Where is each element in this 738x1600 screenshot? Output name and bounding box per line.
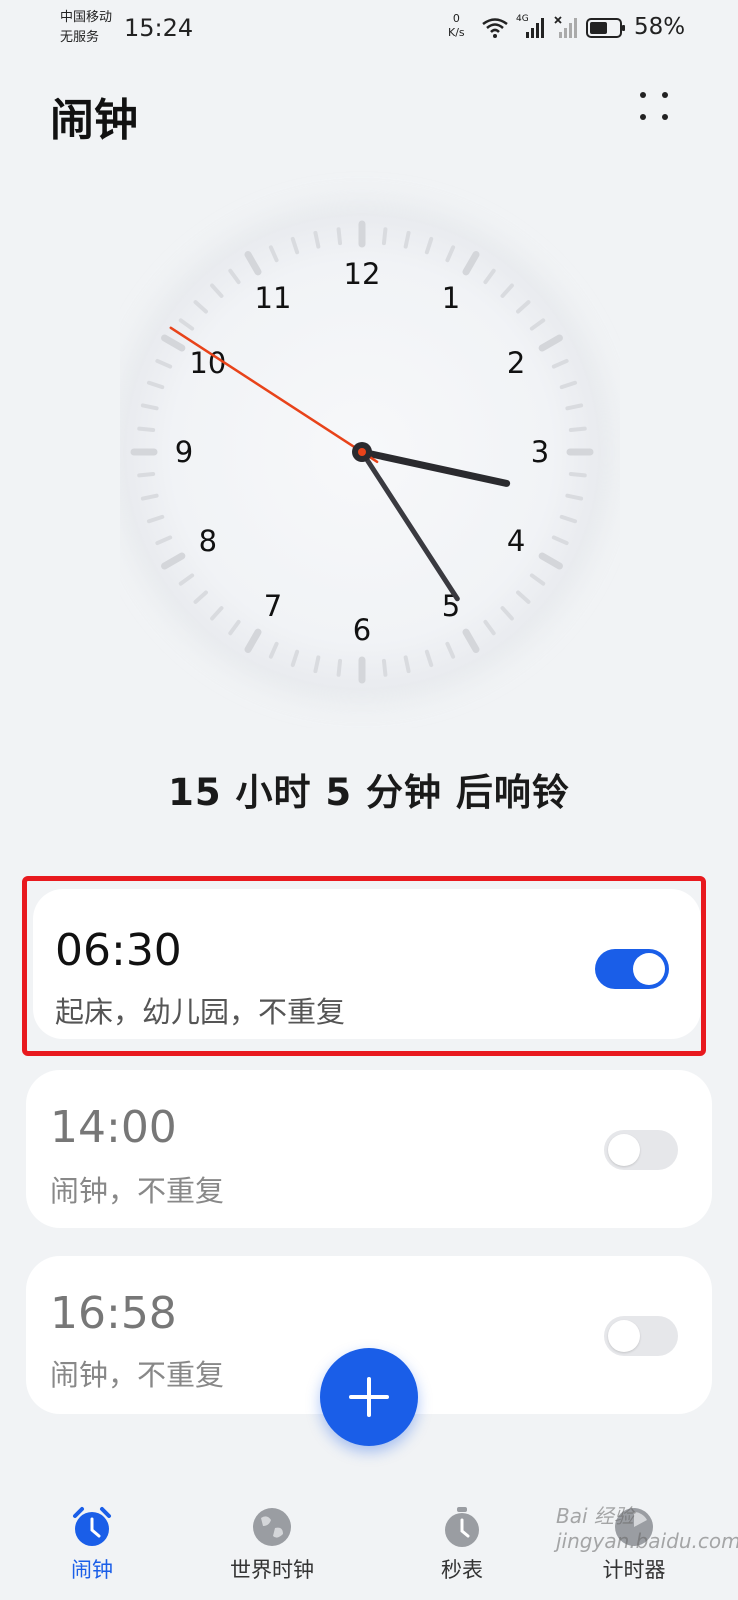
clock-tick bbox=[140, 403, 159, 411]
alarm-toggle-switch[interactable] bbox=[604, 1130, 678, 1170]
clock-face: 121234567891011 bbox=[120, 202, 612, 702]
alarm-time: 06:30 bbox=[55, 925, 182, 976]
more-options-button[interactable] bbox=[640, 92, 680, 132]
alarm-clock-icon bbox=[71, 1506, 113, 1548]
clock-tick bbox=[565, 493, 584, 501]
nav-label: 世界时钟 bbox=[230, 1558, 314, 1582]
clock-number: 2 bbox=[507, 346, 525, 380]
alarm-card-body[interactable]: 06:30 起床，幼儿园，不重复 bbox=[33, 889, 701, 1039]
nav-item-stopwatch[interactable]: 秒表 bbox=[392, 1506, 532, 1584]
battery-icon bbox=[586, 18, 625, 38]
alarm-time: 14:00 bbox=[50, 1102, 177, 1153]
alarm-time: 16:58 bbox=[50, 1288, 177, 1339]
alarm-toggle-switch[interactable] bbox=[595, 949, 669, 989]
service-status: 无服务 bbox=[60, 30, 100, 45]
clock-tick bbox=[381, 227, 388, 246]
clock-tick bbox=[381, 658, 388, 677]
clock-tick bbox=[137, 426, 156, 433]
toggle-knob bbox=[608, 1320, 640, 1352]
net-speed: 0 K/s bbox=[448, 12, 465, 40]
status-icons: 4G bbox=[482, 14, 626, 42]
dot-icon bbox=[640, 114, 646, 120]
watermark-text: Bai 经验 jingyan.baidu.com bbox=[556, 1504, 738, 1553]
clock-center-dot bbox=[358, 448, 366, 456]
clock-tick bbox=[140, 493, 159, 501]
clock-tick bbox=[565, 403, 584, 411]
net-speed-unit: K/s bbox=[448, 26, 465, 39]
clock-tick bbox=[403, 655, 411, 674]
add-alarm-button[interactable] bbox=[320, 1348, 418, 1446]
clock-tick bbox=[336, 227, 343, 246]
next-alarm-countdown: 15 小时 5 分钟 后响铃 bbox=[168, 771, 570, 814]
watermark: Bai 经验 jingyan.baidu.com bbox=[556, 1500, 738, 1560]
status-time: 15:24 bbox=[124, 14, 194, 42]
clock-tick bbox=[568, 426, 587, 433]
clock-number: 12 bbox=[344, 257, 381, 291]
clock-tick bbox=[403, 230, 411, 249]
dot-icon bbox=[640, 92, 646, 98]
clock-number: 11 bbox=[255, 281, 292, 315]
nav-item-alarm[interactable]: 闹钟 bbox=[22, 1506, 162, 1584]
alarm-label: 起床，幼儿园，不重复 bbox=[55, 995, 346, 1029]
nav-item-world-clock[interactable]: 世界时钟 bbox=[202, 1506, 342, 1584]
clock-number: 9 bbox=[175, 435, 193, 469]
clock-tick bbox=[137, 471, 156, 478]
clock-number: 5 bbox=[442, 589, 460, 623]
alarm-toggle-switch[interactable] bbox=[604, 1316, 678, 1356]
battery-percent: 58% bbox=[634, 14, 686, 40]
net-speed-value: 0 bbox=[452, 12, 460, 25]
globe-icon bbox=[251, 1506, 293, 1548]
toggle-knob bbox=[608, 1134, 640, 1166]
clock-number: 4 bbox=[507, 524, 525, 558]
clock-number: 7 bbox=[264, 589, 282, 623]
clock-number: 6 bbox=[353, 613, 371, 647]
clock-number: 1 bbox=[442, 281, 460, 315]
analog-clock: 12 1 2 3 4 5 6 7 8 9 10 11 bbox=[120, 168, 620, 728]
cell-signal-4g-icon: 4G bbox=[516, 14, 546, 40]
page-title: 闹钟 bbox=[50, 95, 138, 146]
clock-tick bbox=[336, 658, 343, 677]
dot-icon bbox=[662, 114, 668, 120]
nav-label: 闹钟 bbox=[71, 1558, 113, 1582]
clock-number: 8 bbox=[199, 524, 217, 558]
clock-tick bbox=[313, 655, 321, 674]
alarm-label: 闹钟，不重复 bbox=[50, 1358, 225, 1392]
clock-tick bbox=[313, 230, 321, 249]
clock-number: 3 bbox=[531, 435, 549, 469]
stopwatch-icon bbox=[441, 1506, 483, 1548]
nav-label: 秒表 bbox=[441, 1558, 483, 1582]
alarm-label: 闹钟，不重复 bbox=[50, 1174, 225, 1208]
wifi-icon bbox=[482, 18, 508, 38]
alarm-card-highlighted[interactable]: 06:30 起床，幼儿园，不重复 bbox=[22, 876, 706, 1056]
dot-icon bbox=[662, 92, 668, 98]
carrier-info: 中国移动 无服务 bbox=[60, 8, 112, 48]
no-signal-icon bbox=[554, 16, 577, 38]
toggle-knob bbox=[633, 953, 665, 985]
alarm-card[interactable]: 14:00 闹钟，不重复 bbox=[26, 1070, 712, 1228]
status-bar: 中国移动 无服务 15:24 0 K/s 4G 58% bbox=[0, 0, 738, 56]
carrier-name: 中国移动 bbox=[60, 10, 113, 25]
clock-tick bbox=[568, 471, 587, 478]
